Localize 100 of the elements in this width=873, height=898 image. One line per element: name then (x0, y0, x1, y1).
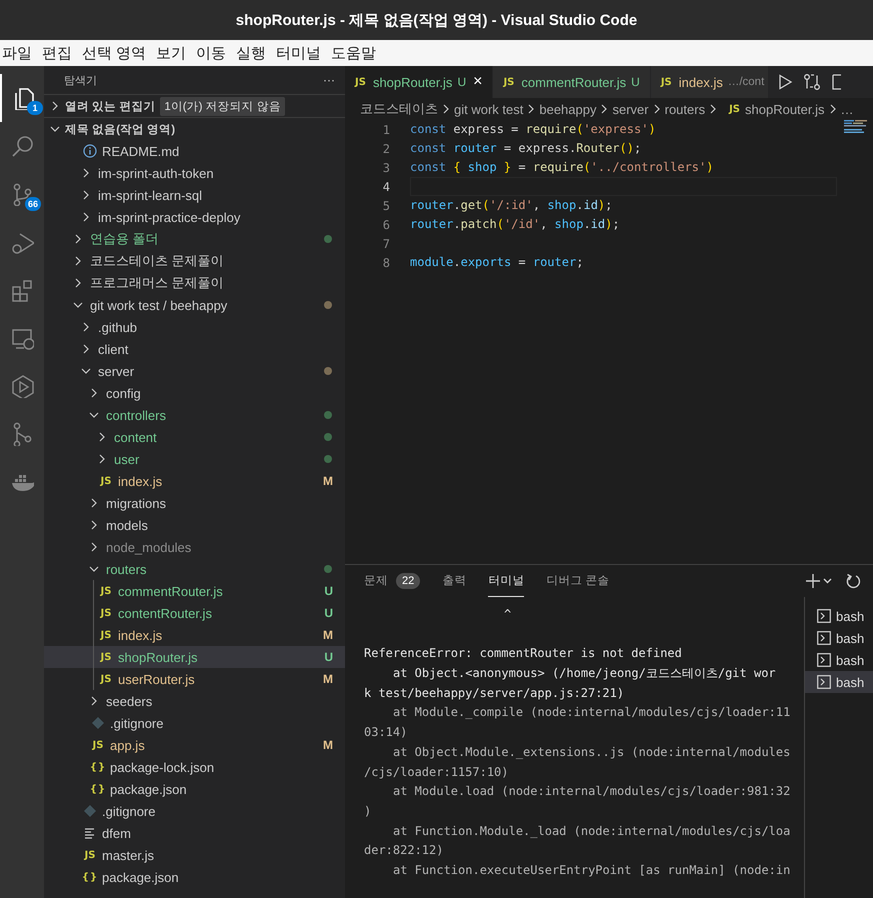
tree-item[interactable]: JS commentRouter.js U (44, 580, 345, 602)
tree-item[interactable]: JS index.js M (44, 470, 345, 492)
breadcrumb-item[interactable]: beehappy (539, 102, 596, 116)
panel-tab[interactable]: 터미널 (488, 565, 524, 597)
chevron-right-icon[interactable] (81, 190, 91, 200)
chevron-right-icon[interactable] (89, 388, 99, 398)
tree-item[interactable]: .gitignore (44, 712, 345, 734)
menu-item[interactable]: 편집 (42, 44, 72, 62)
breadcrumb-separator-icon[interactable] (441, 104, 451, 114)
tree-item[interactable]: node_modules (44, 536, 345, 558)
chevron-right-icon[interactable] (89, 542, 99, 552)
chevron-right-icon[interactable] (81, 168, 91, 178)
breadcrumb-item[interactable]: git work test (454, 102, 524, 116)
section-header[interactable]: 열려 있는 편집기 (65, 98, 156, 114)
tree-item[interactable]: models (44, 514, 345, 536)
terminal-list-item[interactable]: bash (805, 627, 873, 649)
tree-item[interactable]: im-sprint-practice-deploy (44, 206, 345, 228)
tree-item[interactable]: JS contentRouter.js U (44, 602, 345, 624)
extensions-icon[interactable] (10, 278, 34, 302)
tree-item[interactable]: content (44, 426, 345, 448)
chevron-right-icon[interactable] (81, 344, 91, 354)
breadcrumb-separator-icon[interactable] (599, 104, 610, 114)
menu-item[interactable]: 이동 (196, 44, 226, 62)
editor-tab[interactable]: JS commentRouter.js U (493, 66, 651, 98)
menu-item[interactable]: 도움말 (331, 44, 376, 62)
chevron-down-icon[interactable] (50, 124, 60, 134)
chevron-right-icon[interactable] (97, 454, 107, 464)
chevron-down-icon[interactable] (89, 410, 99, 420)
breadcrumb-item[interactable]: shopRouter.js (745, 102, 825, 116)
chevron-right-icon[interactable] (89, 696, 99, 706)
terminal-list-item[interactable]: bash (805, 649, 873, 671)
tree-item[interactable]: user (44, 448, 345, 470)
terminal-list-item[interactable]: bash (805, 671, 873, 693)
tree-item[interactable]: client (44, 338, 345, 360)
close-button[interactable]: × (473, 73, 482, 91)
chevron-right-icon[interactable] (73, 278, 83, 288)
tree-item[interactable]: README.md (44, 140, 345, 162)
tree-item[interactable]: migrations (44, 492, 345, 514)
tree-item[interactable]: .gitignore (44, 800, 345, 822)
breadcrumb-item[interactable]: 코드스테이츠 (360, 100, 438, 118)
chevron-right-icon[interactable] (81, 212, 91, 222)
add-terminal-icon[interactable] (805, 573, 833, 589)
tree-item[interactable]: {} package.json (44, 778, 345, 800)
section-header[interactable]: 제목 없음(작업 영역) (65, 122, 176, 136)
chevron-right-icon[interactable] (81, 322, 91, 332)
tree-item[interactable]: {} package-lock.json (44, 756, 345, 778)
tree-item[interactable]: {} package.json (44, 866, 345, 888)
menu-item[interactable]: 실행 (236, 44, 266, 62)
chevron-right-icon[interactable] (89, 520, 99, 530)
terminal-list-item[interactable]: bash (805, 605, 873, 627)
run-icon[interactable] (777, 74, 794, 90)
chevron-down-icon[interactable] (89, 564, 99, 574)
search-icon[interactable] (10, 134, 34, 158)
chevron-right-icon[interactable] (97, 432, 107, 442)
tree-item[interactable]: .github (44, 316, 345, 338)
tree-item[interactable]: 코드스테이츠 문제풀이 (44, 250, 345, 272)
tree-item[interactable]: controllers (44, 404, 345, 426)
breadcrumb-separator-icon[interactable] (652, 104, 662, 114)
chevron-right-icon[interactable] (73, 234, 83, 244)
tree-item[interactable]: im-sprint-auth-token (44, 162, 345, 184)
breadcrumb-item[interactable]: server (612, 102, 649, 116)
code-line: const express = require('express') (410, 121, 657, 138)
tree-item[interactable]: JS app.js M (44, 734, 345, 756)
tree-item[interactable]: dfem (44, 822, 345, 844)
chevron-right-icon[interactable] (89, 498, 99, 508)
chevron-down-icon[interactable] (81, 366, 91, 376)
panel-tab[interactable]: 디버그 콘솔 (546, 565, 610, 597)
tree-item[interactable]: 연습용 폴더 (44, 228, 345, 250)
breadcrumb-separator-icon[interactable] (526, 104, 536, 114)
git-status-letter: M (323, 474, 333, 488)
tree-item[interactable]: im-sprint-learn-sql (44, 184, 345, 206)
breadcrumb-item[interactable]: … (840, 102, 854, 116)
more-actions-button[interactable]: ··· (323, 73, 335, 87)
chevron-right-icon[interactable] (50, 101, 60, 111)
tree-item[interactable]: seeders (44, 690, 345, 712)
menu-item[interactable]: 파일 (2, 44, 32, 62)
editor-tab[interactable]: JS shopRouter.js U × (345, 66, 494, 98)
reload-icon[interactable] (845, 573, 861, 589)
tree-item[interactable]: server (44, 360, 345, 382)
compare-changes-icon[interactable] (803, 73, 822, 91)
panel-tab[interactable]: 문제 22 (364, 565, 420, 597)
tree-item[interactable]: JS userRouter.js M (44, 668, 345, 690)
chevron-down-icon[interactable] (73, 300, 83, 310)
panel-tab[interactable]: 출력 (442, 565, 466, 597)
tree-item[interactable]: JS master.js (44, 844, 345, 866)
breadcrumb-item[interactable]: routers (664, 102, 706, 116)
tree-item[interactable]: JS shopRouter.js U (44, 646, 345, 668)
tree-item[interactable]: routers (44, 558, 345, 580)
tree-item[interactable]: 프로그래머스 문제풀이 (44, 272, 345, 294)
chevron-right-icon[interactable] (73, 256, 83, 266)
breadcrumb-separator-icon[interactable] (708, 104, 718, 114)
menu-item[interactable]: 선택 영역 (82, 44, 146, 62)
tree-item[interactable]: git work test / beehappy (44, 294, 345, 316)
menu-item[interactable]: 터미널 (276, 44, 322, 62)
split-editor-icon[interactable] (831, 73, 842, 91)
breadcrumb-separator-icon[interactable] (828, 104, 838, 114)
editor-tab[interactable]: JS index.js …/cont (650, 66, 770, 98)
menu-item[interactable]: 보기 (156, 44, 186, 62)
tree-item[interactable]: config (44, 382, 345, 404)
hexagon-play-icon[interactable] (10, 374, 34, 398)
